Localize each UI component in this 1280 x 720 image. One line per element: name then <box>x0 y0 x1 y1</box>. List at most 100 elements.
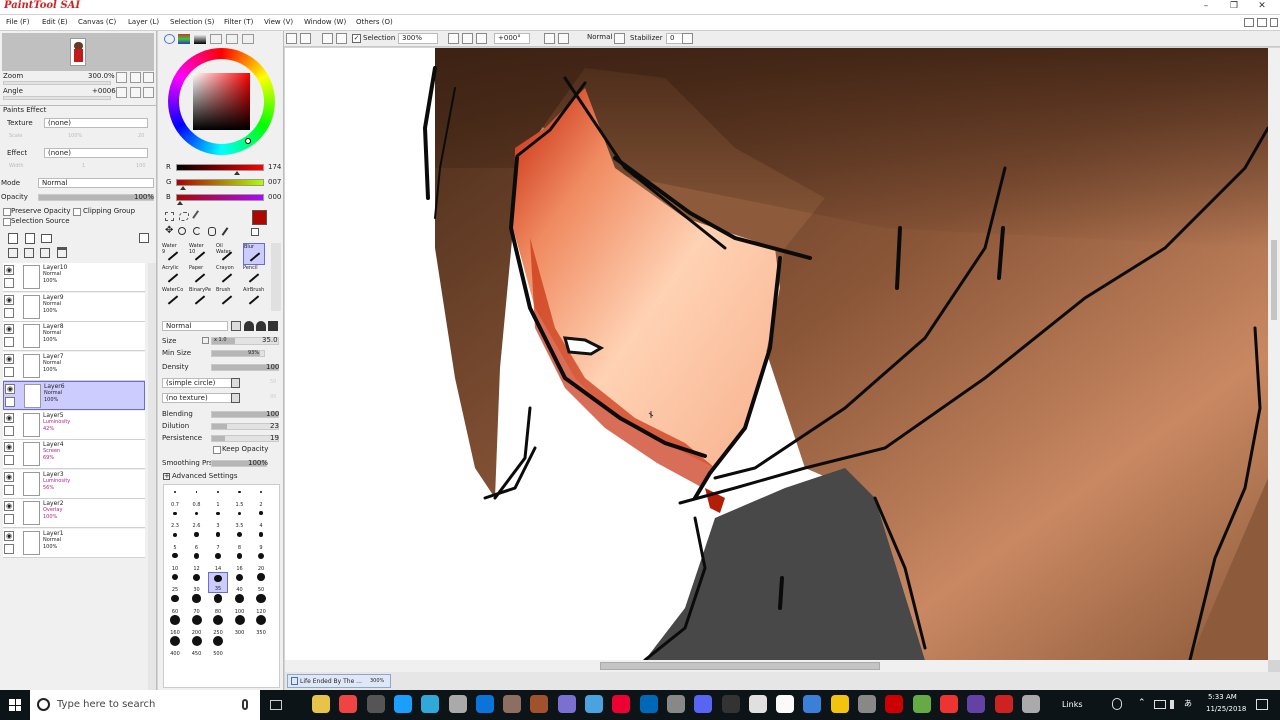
clipping-group-checkbox[interactable] <box>73 208 81 216</box>
drawing-canvas[interactable] <box>285 48 1268 660</box>
visibility-eye-icon[interactable]: ◉ <box>4 412 14 423</box>
color-wheel-tab-icon[interactable] <box>164 34 175 44</box>
taskbar-app-icon[interactable] <box>885 695 904 713</box>
taskbar-app-icon[interactable] <box>585 695 603 713</box>
people-icon[interactable] <box>1112 698 1122 710</box>
brush-size-option[interactable]: 3 <box>208 508 228 529</box>
canvas-vertical-scrollbar[interactable] <box>1268 48 1280 660</box>
menu-view[interactable]: View (V) <box>264 17 293 28</box>
canvas-horizontal-scrollbar[interactable] <box>285 660 1268 672</box>
layer-row[interactable]: ◉ Layer1 Normal 100% <box>3 528 145 558</box>
rect-select-icon[interactable] <box>165 212 174 221</box>
layer-row[interactable]: ◉ Layer4 Screen 69% <box>3 440 145 469</box>
layer-row[interactable]: ◉ Layer6 Normal 100% <box>3 381 145 410</box>
show-hidden-icons-icon[interactable]: ⌃ <box>1138 698 1146 708</box>
taskbar-app-icon[interactable] <box>366 695 385 713</box>
brush-edge-icon[interactable] <box>268 321 278 331</box>
advanced-settings-toggle[interactable]: Advanced Settings <box>172 472 238 481</box>
eyedropper-icon[interactable] <box>221 227 229 236</box>
network-icon[interactable] <box>1154 700 1166 709</box>
size-lock-icon[interactable] <box>202 337 209 344</box>
brush-size-option[interactable]: 8 <box>230 530 250 551</box>
angle-field[interactable]: +000° <box>494 33 530 44</box>
taskbar-app-icon[interactable] <box>448 695 467 713</box>
taskbar-app-icon[interactable] <box>666 695 685 713</box>
layer-lock-icon[interactable] <box>4 484 14 495</box>
brush-size-option[interactable]: 350 <box>251 614 271 636</box>
new-layer-icon[interactable] <box>8 233 18 244</box>
texture-select[interactable]: (none) <box>44 118 148 128</box>
brush-tool-slot[interactable]: Paper <box>189 265 211 287</box>
brush-size-option[interactable]: 4 <box>251 508 271 529</box>
brush-size-option[interactable]: 100 <box>230 594 250 615</box>
blend-mode-display[interactable]: Normal <box>584 33 612 44</box>
brush-size-option[interactable]: 35 <box>208 572 228 594</box>
brush-size-option[interactable]: 0.8 <box>187 487 207 508</box>
navigator-preview[interactable] <box>2 33 154 71</box>
brush-size-option[interactable]: 10 <box>165 551 185 572</box>
hsv-slider-tab-icon[interactable] <box>194 34 206 44</box>
transparent-color-swatch[interactable] <box>251 228 259 236</box>
panel-toggle-icon[interactable] <box>1270 18 1278 27</box>
green-slider[interactable] <box>176 179 264 190</box>
layer-lock-icon[interactable] <box>4 514 14 524</box>
rotate-right-button[interactable] <box>130 87 141 98</box>
visibility-eye-icon[interactable]: ◉ <box>5 384 15 394</box>
brush-size-option[interactable]: 6 <box>187 530 207 551</box>
merge-down-icon[interactable] <box>24 248 34 258</box>
brush-size-option[interactable]: 16 <box>230 551 250 572</box>
brush-size-option[interactable]: 200 <box>187 614 207 636</box>
brush-size-option[interactable]: 3.5 <box>230 508 250 529</box>
panel-toggle-icon[interactable] <box>1257 18 1267 27</box>
taskbar-app-icon[interactable] <box>612 695 631 713</box>
lasso-icon[interactable] <box>179 212 189 221</box>
brush-size-option[interactable]: 9 <box>251 530 271 551</box>
taskbar-app-icon[interactable] <box>803 695 822 713</box>
hue-marker[interactable] <box>245 138 251 144</box>
deselect-button[interactable] <box>286 33 297 44</box>
dilution-slider[interactable] <box>211 423 279 430</box>
brush-size-option[interactable]: 12 <box>187 551 207 572</box>
taskbar-app-icon[interactable] <box>639 695 658 713</box>
keep-opacity-checkbox[interactable] <box>213 446 221 454</box>
brush-size-option[interactable]: 500 <box>208 636 228 657</box>
brush-edge-icon[interactable] <box>256 321 266 331</box>
brush-texture-dropdown-icon[interactable] <box>231 393 240 403</box>
layer-lock-icon[interactable] <box>4 543 14 554</box>
taskbar-app-icon[interactable] <box>994 695 1013 713</box>
taskbar-app-icon[interactable] <box>858 695 876 713</box>
brush-size-option[interactable]: 7 <box>208 530 228 551</box>
brush-tool-slot[interactable]: WaterCo <box>162 287 184 309</box>
zoom-in-button[interactable] <box>130 72 141 83</box>
brush-size-option[interactable]: 120 <box>251 593 271 615</box>
scratchpad-tab-icon[interactable] <box>242 34 254 44</box>
menu-filter[interactable]: Filter (T) <box>224 17 253 28</box>
brush-tool-slot[interactable]: Brush <box>216 287 238 309</box>
tool-grid-scrollbar[interactable] <box>271 243 281 311</box>
layer-row[interactable]: ◉ Layer10 Normal 100% <box>3 263 145 292</box>
brush-tool-slot[interactable]: Oil Water <box>216 243 238 265</box>
layer-lock-icon[interactable] <box>4 307 14 318</box>
layer-row[interactable]: ◉ Layer2 Overlay 100% <box>3 499 145 528</box>
blue-slider-handle[interactable] <box>177 201 183 205</box>
brush-size-option[interactable]: 80 <box>208 594 228 615</box>
saturation-value-square[interactable] <box>193 73 250 130</box>
brush-size-option[interactable]: 30 <box>187 572 207 593</box>
clock-date[interactable]: 11/25/2018 <box>1206 705 1246 713</box>
brush-size-option[interactable]: 0.7 <box>165 487 185 508</box>
taskbar-app-icon[interactable] <box>503 695 522 713</box>
rotate-tool-icon[interactable] <box>193 227 201 235</box>
taskbar-app-icon[interactable] <box>421 695 440 713</box>
layer-panel-menu-icon[interactable] <box>139 233 149 243</box>
hand-tool-icon[interactable] <box>208 227 216 236</box>
brush-edge-hard-icon[interactable] <box>231 321 241 331</box>
menu-selection[interactable]: Selection (S) <box>170 17 214 28</box>
brush-tool-slot[interactable]: Crayon <box>216 265 238 287</box>
brush-tool-slot[interactable]: Water 9 <box>162 243 184 265</box>
clear-layer-icon[interactable] <box>40 248 50 258</box>
volume-icon[interactable] <box>1170 700 1179 709</box>
menu-edit[interactable]: Edit (E) <box>42 17 68 28</box>
action-center-icon[interactable] <box>1256 699 1268 710</box>
expand-icon[interactable]: + <box>163 473 170 480</box>
transfer-down-icon[interactable] <box>8 248 18 258</box>
